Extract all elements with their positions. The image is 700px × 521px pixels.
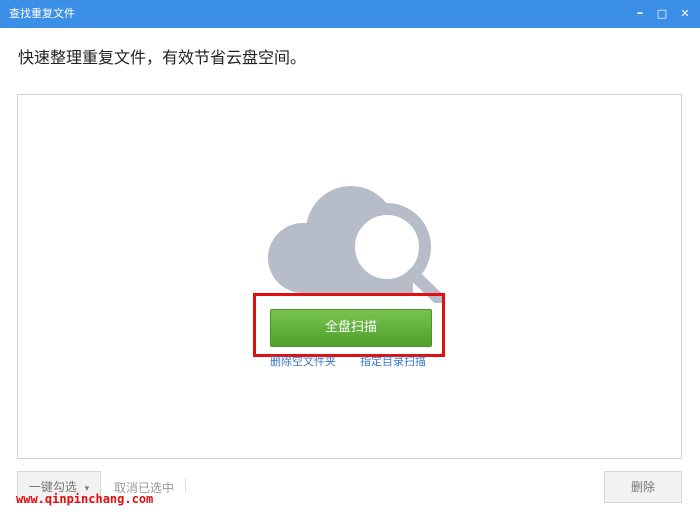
- minimize-icon[interactable]: –: [630, 4, 650, 24]
- title-bar: 查找重复文件 – □ ✕: [0, 0, 700, 28]
- watermark-text: www.qinpinchang.com: [16, 492, 154, 506]
- close-icon[interactable]: ✕: [675, 4, 695, 24]
- page-headline: 快速整理重复文件，有效节省云盘空间。: [18, 48, 307, 67]
- delete-button[interactable]: 删除: [604, 471, 682, 503]
- scan-directory-link[interactable]: 指定目录扫描: [360, 353, 426, 369]
- cloud-search-icon: [268, 186, 445, 303]
- scan-panel: 全盘扫描 删除空文件夹 指定目录扫描: [17, 94, 682, 459]
- window-title: 查找重复文件: [9, 7, 75, 20]
- maximize-icon[interactable]: □: [652, 4, 672, 24]
- delete-empty-folder-link[interactable]: 删除空文件夹: [270, 353, 336, 369]
- highlight-box: [253, 293, 445, 357]
- divider: [185, 478, 186, 492]
